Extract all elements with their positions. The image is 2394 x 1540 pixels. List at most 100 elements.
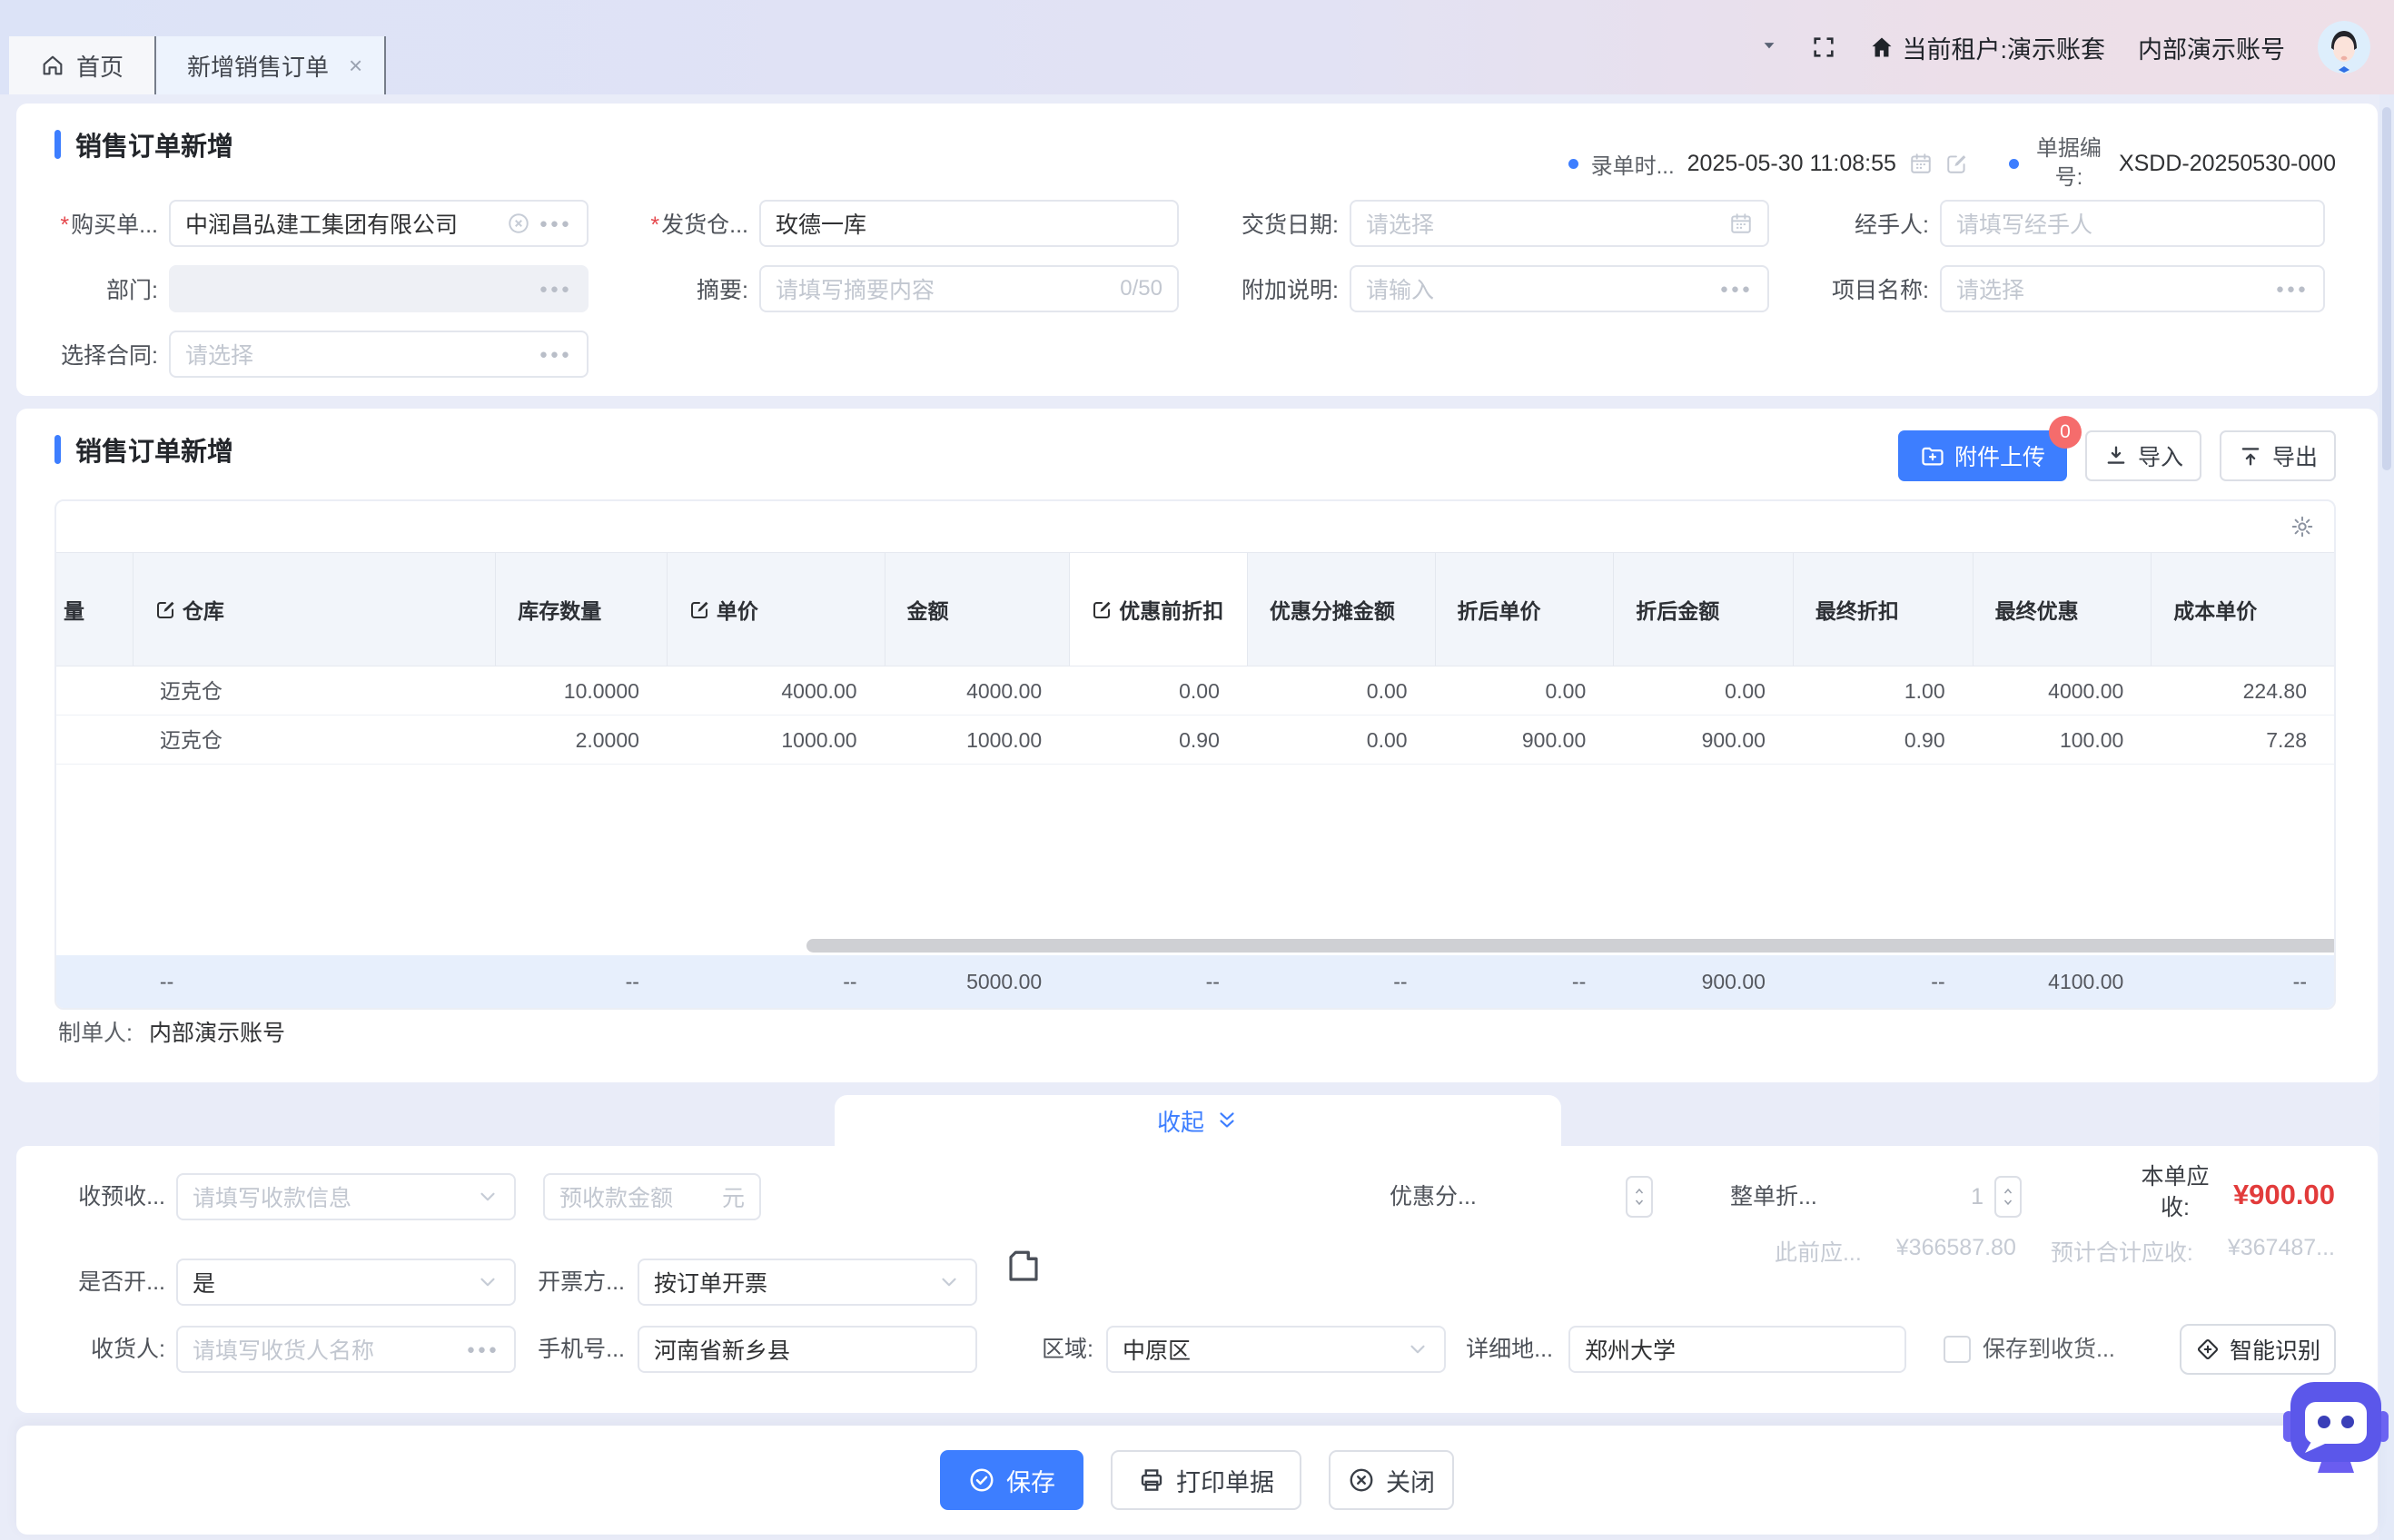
- stepper-up-icon[interactable]: [1633, 1186, 1646, 1197]
- edit-icon: [155, 598, 177, 620]
- column-header-unit-price[interactable]: 单价: [667, 553, 885, 666]
- column-header-stock-qty[interactable]: 库存数量: [495, 553, 667, 666]
- more-options-icon[interactable]: ●●●: [1720, 281, 1753, 297]
- chevron-down-icon: [1406, 1338, 1429, 1361]
- close-button[interactable]: 关闭: [1329, 1450, 1454, 1510]
- delivery-date-input[interactable]: 请选择: [1350, 200, 1769, 247]
- advance-select[interactable]: 请填写收款信息: [176, 1173, 516, 1220]
- extra-note-input[interactable]: 请输入 ●●●: [1350, 265, 1769, 312]
- more-options-icon[interactable]: ●●●: [539, 216, 572, 232]
- account-name[interactable]: 内部演示账号: [2138, 30, 2285, 65]
- column-header-amount[interactable]: 金额: [885, 553, 1070, 666]
- assistant-robot-button[interactable]: [2281, 1375, 2390, 1484]
- column-header-discounted-price[interactable]: 折后单价: [1435, 553, 1614, 666]
- tab-new-sales-order-label: 新增销售订单: [187, 49, 329, 83]
- save-button[interactable]: 保存: [940, 1450, 1083, 1510]
- column-header-final-discount[interactable]: 最终折扣: [1793, 553, 1973, 666]
- fullscreen-icon[interactable]: [1811, 35, 1836, 60]
- project-input[interactable]: 请选择 ●●●: [1940, 265, 2325, 312]
- delivery-date-field: 交货日期: 请选择: [1230, 191, 1820, 256]
- receivable-history: 此前应... ¥366587.80 预计合计应收: ¥367487...: [1775, 1235, 2335, 1268]
- tab-bar: 首页 新增销售订单 ×: [9, 36, 386, 94]
- tab-home-label: 首页: [76, 49, 124, 83]
- import-label: 导入: [2138, 439, 2183, 472]
- stepper-down-icon[interactable]: [2002, 1197, 2014, 1208]
- save-to-address-checkbox[interactable]: [1944, 1336, 1971, 1363]
- topbar: 首页 新增销售订单 × 当前租户:演示账套 内部演示账号: [0, 0, 2394, 94]
- handler-field: 经手人: 请填写经手人: [1820, 191, 2378, 256]
- discount-share-stepper[interactable]: [1626, 1176, 1653, 1218]
- whole-discount-stepper[interactable]: [1994, 1176, 2022, 1218]
- cell-final-benefit: 4000.00: [1973, 666, 2152, 715]
- column-header-clipped[interactable]: 量: [56, 553, 133, 666]
- project-label: 项目名称:: [1820, 272, 1940, 305]
- phone-input[interactable]: 河南省新乡县: [638, 1326, 977, 1373]
- table-row[interactable]: 迈克仓 2.0000 1000.00 1000.00 0.90 0.00 900…: [56, 716, 2334, 765]
- calendar-icon[interactable]: [1909, 152, 1933, 175]
- advance-amount-input[interactable]: 预收款金额 元: [543, 1173, 761, 1220]
- page-scrollbar-thumb[interactable]: [2382, 107, 2391, 470]
- save-label: 保存: [1006, 1463, 1055, 1498]
- department-input[interactable]: ●●●: [169, 265, 589, 312]
- column-header-discount-share[interactable]: 优惠分摊金额: [1247, 553, 1435, 666]
- warehouse-label: 发货仓...: [639, 207, 759, 240]
- order-detail-card: 销售订单新增 附件上传 0 导入 导出 量 仓库 库存数量: [16, 409, 2378, 1082]
- buyer-input[interactable]: 中润昌弘建工集团有限公司 ●●●: [169, 200, 589, 247]
- stepper-up-icon[interactable]: [2002, 1186, 2014, 1197]
- table-row[interactable]: 迈克仓 10.0000 4000.00 4000.00 0.00 0.00 0.…: [56, 666, 2334, 716]
- collapse-button[interactable]: 收起: [835, 1095, 1561, 1146]
- smart-recognition-button[interactable]: 智能识别: [2180, 1324, 2336, 1375]
- summary-input[interactable]: 请填写摘要内容 0/50: [759, 265, 1179, 312]
- current-tenant[interactable]: 当前租户:演示账套: [1869, 30, 2105, 65]
- estimated-value: ¥367487...: [2228, 1235, 2335, 1268]
- maker-label: 制单人:: [58, 1021, 133, 1046]
- whole-discount-value[interactable]: 1: [1938, 1173, 1983, 1220]
- table-hscrollbar-thumb[interactable]: [806, 939, 2336, 953]
- warehouse-field: 发货仓... 玫德一库: [639, 191, 1230, 256]
- table-summary-row: -- -- -- 5000.00 -- -- -- 900.00 -- 4100…: [56, 955, 2334, 1008]
- clear-icon[interactable]: [507, 212, 530, 235]
- stepper-down-icon[interactable]: [1633, 1197, 1646, 1208]
- attachment-upload-button[interactable]: 附件上传 0: [1898, 430, 2067, 481]
- column-header-warehouse[interactable]: 仓库: [133, 553, 495, 666]
- region-label: 区域:: [1034, 1326, 1093, 1373]
- settings-gear-icon[interactable]: [2290, 515, 2314, 538]
- tab-home[interactable]: 首页: [9, 36, 156, 94]
- invoice-method-select[interactable]: 按订单开票: [638, 1259, 977, 1306]
- column-header-discounted-amount[interactable]: 折后金额: [1613, 553, 1793, 666]
- dropdown-caret-icon[interactable]: [1760, 36, 1778, 59]
- handler-input[interactable]: 请填写经手人: [1940, 200, 2325, 247]
- import-button[interactable]: 导入: [2085, 430, 2201, 481]
- avatar[interactable]: [2318, 21, 2370, 74]
- sum-cost-price: --: [2151, 955, 2334, 1008]
- cell-final-discount: 0.90: [1793, 716, 1973, 764]
- more-options-icon[interactable]: ●●●: [2276, 281, 2309, 297]
- close-label: 关闭: [1386, 1463, 1435, 1498]
- estimated-label: 预计合计应收:: [2051, 1235, 2193, 1268]
- print-button[interactable]: 打印单据: [1111, 1450, 1301, 1510]
- folder-icon[interactable]: [1004, 1248, 1043, 1286]
- tab-close-icon[interactable]: ×: [349, 52, 362, 80]
- edit-icon: [689, 598, 711, 620]
- column-header-cost-price[interactable]: 成本单价: [2151, 553, 2334, 666]
- more-options-icon[interactable]: ●●●: [467, 1342, 500, 1357]
- doc-no-value: XSDD-20250530-000: [2119, 151, 2336, 177]
- more-options-icon[interactable]: ●●●: [539, 347, 572, 362]
- export-button[interactable]: 导出: [2220, 430, 2336, 481]
- column-header-pre-discount[interactable]: 优惠前折扣: [1069, 553, 1247, 666]
- warehouse-input[interactable]: 玫德一库: [759, 200, 1179, 247]
- contract-input[interactable]: 请选择 ●●●: [169, 331, 589, 378]
- footer-bar: 保存 打印单据 关闭: [16, 1426, 2378, 1535]
- column-header-final-benefit[interactable]: 最终优惠: [1973, 553, 2152, 666]
- edit-time-icon[interactable]: [1945, 152, 1969, 175]
- tab-new-sales-order[interactable]: 新增销售订单 ×: [156, 36, 386, 94]
- check-circle-icon: [968, 1466, 995, 1494]
- sum-discounted-price: --: [1435, 955, 1614, 1008]
- calendar-icon[interactable]: [1729, 212, 1753, 235]
- folder-plus-icon: [1920, 443, 1945, 469]
- invoice-select[interactable]: 是: [176, 1259, 516, 1306]
- consignee-input[interactable]: 请填写收货人名称 ●●●: [176, 1326, 516, 1373]
- region-select[interactable]: 中原区: [1106, 1326, 1446, 1373]
- more-options-icon[interactable]: ●●●: [539, 281, 572, 297]
- address-input[interactable]: 郑州大学: [1568, 1326, 1906, 1373]
